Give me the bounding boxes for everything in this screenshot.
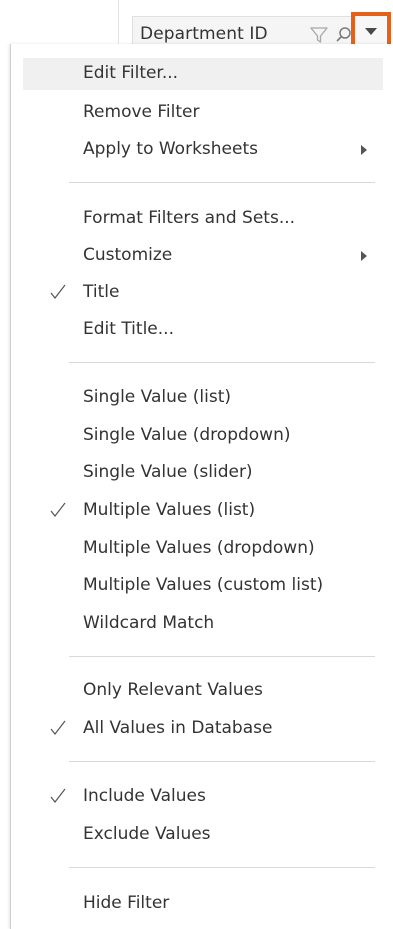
submenu-arrow-icon: [361, 145, 367, 155]
menu-item-label: Single Value (dropdown): [83, 425, 291, 445]
menu-item-single-value-list[interactable]: Single Value (list): [23, 382, 383, 414]
menu-item-label: Format Filters and Sets...: [83, 208, 296, 228]
checkmark-icon: [49, 283, 67, 301]
menu-item-label: Customize: [83, 245, 173, 265]
menu-item-edit-filter[interactable]: Edit Filter...: [23, 58, 383, 90]
menu-item-apply-to-worksheets[interactable]: Apply to Worksheets: [23, 134, 383, 166]
checkmark-icon: [49, 719, 67, 737]
menu-item-label: Multiple Values (custom list): [83, 575, 324, 595]
menu-item-label: Single Value (slider): [83, 462, 253, 482]
menu-item-label: All Values in Database: [83, 718, 273, 738]
menu-separator: [69, 761, 375, 762]
menu-item-multiple-values-dropdown[interactable]: Multiple Values (dropdown): [23, 533, 383, 565]
menu-item-label: Edit Filter...: [83, 63, 179, 83]
dropdown-arrow-icon: [365, 28, 377, 35]
menu-item-label: Apply to Worksheets: [83, 139, 258, 159]
menu-item-label: Multiple Values (list): [83, 500, 256, 520]
checkmark-icon: [49, 501, 67, 519]
filter-icon[interactable]: [309, 24, 329, 46]
submenu-arrow-icon: [361, 251, 367, 261]
menu-item-all-values-in-database[interactable]: All Values in Database: [23, 713, 383, 745]
menu-separator: [69, 182, 375, 183]
menu-item-include-values[interactable]: Include Values: [23, 781, 383, 813]
menu-item-only-relevant-values[interactable]: Only Relevant Values: [23, 675, 383, 707]
filter-title: Department ID: [140, 24, 268, 44]
menu-item-wildcard-match[interactable]: Wildcard Match: [23, 608, 383, 640]
filter-context-menu: Edit Filter... Remove Filter Apply to Wo…: [10, 44, 393, 929]
menu-item-single-value-slider[interactable]: Single Value (slider): [23, 457, 383, 489]
menu-item-remove-filter[interactable]: Remove Filter: [23, 97, 383, 129]
menu-item-exclude-values[interactable]: Exclude Values: [23, 819, 383, 851]
menu-item-label: Single Value (list): [83, 387, 231, 407]
menu-item-single-value-dropdown[interactable]: Single Value (dropdown): [23, 420, 383, 452]
menu-item-title[interactable]: Title: [23, 277, 383, 309]
stage: Department ID Edit Filter... Remove Filt…: [0, 0, 393, 929]
menu-item-label: Title: [83, 282, 120, 302]
checkmark-icon: [49, 787, 67, 805]
menu-item-label: Edit Title...: [83, 319, 174, 339]
menu-item-label: Hide Filter: [83, 893, 170, 913]
menu-item-label: Only Relevant Values: [83, 680, 263, 700]
menu-separator: [69, 656, 375, 657]
menu-item-customize[interactable]: Customize: [23, 240, 383, 272]
menu-item-multiple-values-list[interactable]: Multiple Values (list): [23, 495, 383, 527]
menu-item-label: Multiple Values (dropdown): [83, 538, 315, 558]
menu-separator: [69, 867, 375, 868]
menu-item-label: Include Values: [83, 786, 206, 806]
menu-item-hide-filter[interactable]: Hide Filter: [23, 888, 383, 920]
menu-item-format-filters-and-sets[interactable]: Format Filters and Sets...: [23, 203, 383, 235]
menu-item-label: Exclude Values: [83, 824, 211, 844]
menu-item-label: Wildcard Match: [83, 613, 215, 633]
menu-separator: [69, 362, 375, 363]
menu-item-edit-title[interactable]: Edit Title...: [23, 314, 383, 346]
menu-item-label: Remove Filter: [83, 102, 200, 122]
menu-item-multiple-values-custom-list[interactable]: Multiple Values (custom list): [23, 570, 383, 602]
